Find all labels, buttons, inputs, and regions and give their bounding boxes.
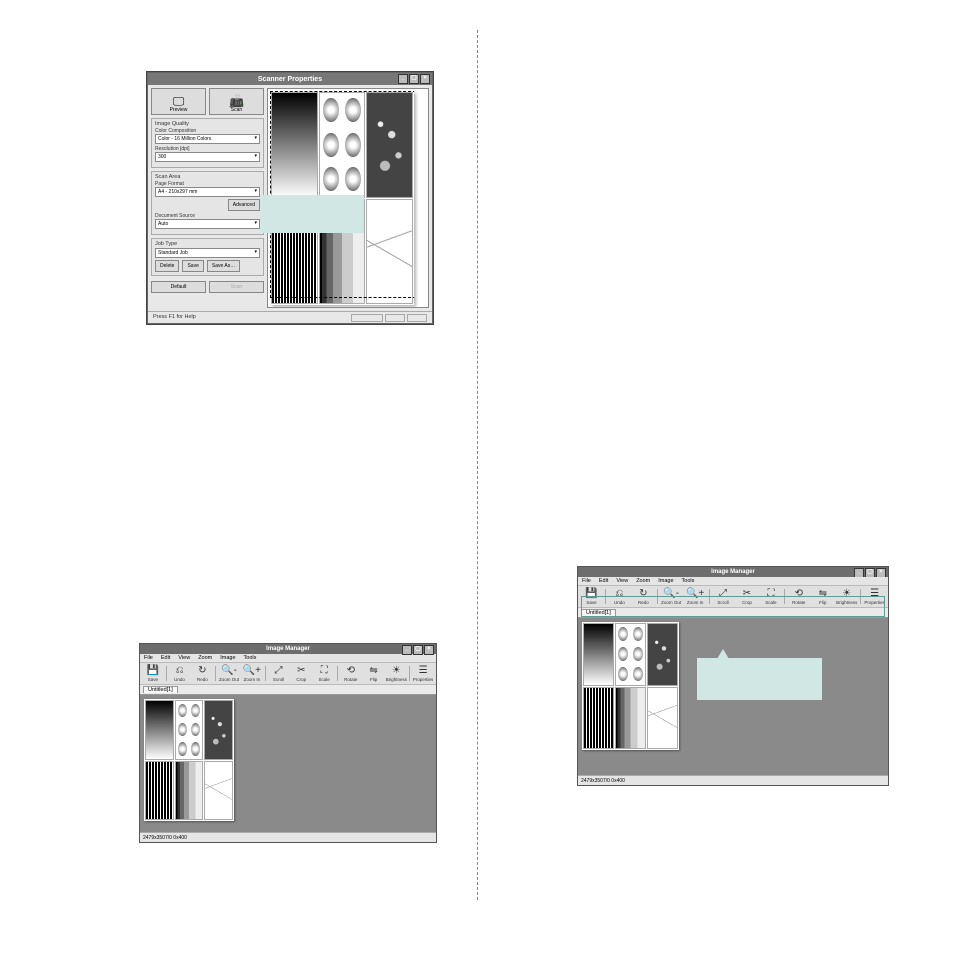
minimize-icon[interactable]: _ <box>398 74 408 84</box>
im1-titlebar: Image Manager _ ▢ × <box>140 644 436 654</box>
advanced-button[interactable]: Advanced <box>228 199 260 211</box>
tool-scroll[interactable]: ⤢Scroll <box>268 665 290 682</box>
menu-view[interactable]: View <box>616 578 628 584</box>
menu-tools[interactable]: Tools <box>244 655 257 661</box>
toolbar-highlight <box>581 596 885 617</box>
im2-title: Image Manager <box>711 569 755 575</box>
preview-label: Preview <box>170 107 188 113</box>
im1-tab[interactable]: Untitled[1] <box>143 686 178 693</box>
tool-save[interactable]: 💾Save <box>142 665 164 682</box>
menu-file[interactable]: File <box>582 578 591 584</box>
maximize-icon[interactable]: ▢ <box>409 74 419 84</box>
job-type-legend: Job Type <box>155 241 260 247</box>
resolution-select[interactable]: 300 <box>155 152 260 162</box>
im1-image[interactable] <box>144 699 234 821</box>
color-composition-select[interactable]: Color - 16 Million Colors <box>155 134 260 144</box>
save-as-button[interactable]: Save As… <box>207 260 240 272</box>
tool-scale[interactable]: ⛶Scale <box>313 665 335 682</box>
job-type-group: Job Type Standard Job Delete Save Save A… <box>151 238 264 276</box>
im1-status-text: 2479x3507/0 0x400 <box>143 835 187 841</box>
page-format-select[interactable]: A4 - 210x297 mm <box>155 187 260 197</box>
default-button[interactable]: Default <box>151 281 206 293</box>
im1-toolbar: 💾Save ⎌Undo↻Redo 🔍-Zoom Out🔍+Zoom In ⤢Scrol… <box>140 663 436 685</box>
minimize-icon[interactable]: _ <box>402 645 412 655</box>
zoom-in-icon: 🔍+ <box>243 665 261 677</box>
menu-zoom[interactable]: Zoom <box>198 655 212 661</box>
image-manager-window-2: Image Manager _ ▢ × File Edit View Zoom … <box>577 566 889 786</box>
zoom-out-icon: 🔍- <box>221 665 237 677</box>
preview-button[interactable]: 🖵 Preview <box>151 88 206 115</box>
menu-zoom[interactable]: Zoom <box>636 578 650 584</box>
save-button[interactable]: Save <box>182 260 203 272</box>
delete-button[interactable]: Delete <box>155 260 179 272</box>
tool-zoom-in[interactable]: 🔍+Zoom In <box>241 665 263 682</box>
rotate-icon: ⟲ <box>347 665 355 677</box>
im2-titlebar: Image Manager _ ▢ × <box>578 567 888 577</box>
tool-brightness[interactable]: ☀Brightness <box>386 665 408 682</box>
image-quality-group: Image Quality Color Composition Color - … <box>151 118 264 168</box>
tool-redo[interactable]: ↻Redo <box>191 665 213 682</box>
undo-icon: ⎌ <box>176 665 184 677</box>
scan-label: Scan <box>231 107 242 113</box>
maximize-icon[interactable]: ▢ <box>413 645 423 655</box>
im1-menubar: File Edit View Zoom Image Tools <box>140 654 436 663</box>
menu-view[interactable]: View <box>178 655 190 661</box>
im2-menubar: File Edit View Zoom Image Tools <box>578 577 888 586</box>
image-manager-window-1: Image Manager _ ▢ × File Edit View Zoom … <box>139 643 437 843</box>
im2-statusbar: 2479x3507/0 0x400 <box>578 775 888 785</box>
scan-area-group: Scan Area Page Format A4 - 210x297 mm Ad… <box>151 171 264 235</box>
menu-image[interactable]: Image <box>658 578 673 584</box>
tool-crop[interactable]: ✂Crop <box>290 665 312 682</box>
save-icon: 💾 <box>147 665 159 677</box>
tool-undo[interactable]: ⎌Undo <box>169 665 191 682</box>
preview-icon: 🖵 <box>173 95 185 107</box>
im2-status-text: 2479x3507/0 0x400 <box>581 778 625 784</box>
scale-icon: ⛶ <box>321 665 328 677</box>
scanner-titlebar: Scanner Properties _ ▢ × <box>148 73 432 85</box>
scan-button[interactable]: 📠 Scan <box>209 88 264 115</box>
im2-image[interactable] <box>582 622 679 750</box>
menu-edit[interactable]: Edit <box>161 655 170 661</box>
close-icon[interactable]: × <box>420 74 430 84</box>
scan-area-legend: Scan Area <box>155 174 260 180</box>
im1-tabs: Untitled[1] <box>140 685 436 695</box>
scan-icon: 📠 <box>229 95 244 107</box>
menu-file[interactable]: File <box>144 655 153 661</box>
im1-statusbar: 2479x3507/0 0x400 <box>140 832 436 842</box>
im2-canvas[interactable] <box>578 618 888 775</box>
scanner-callout <box>260 195 364 233</box>
scanner-status-text: Press F1 for Help <box>153 314 196 322</box>
im1-canvas[interactable] <box>140 695 436 832</box>
scanner-title: Scanner Properties <box>258 76 322 83</box>
crop-icon: ✂ <box>297 665 305 677</box>
brightness-icon: ☀ <box>392 665 401 677</box>
scan2-button[interactable]: Scan <box>209 281 264 293</box>
flip-icon: ⇋ <box>369 665 377 677</box>
menu-tools[interactable]: Tools <box>682 578 695 584</box>
menu-image[interactable]: Image <box>220 655 235 661</box>
tool-flip[interactable]: ⇋Flip <box>363 665 385 682</box>
job-type-select[interactable]: Standard Job <box>155 248 260 258</box>
tool-rotate[interactable]: ⟲Rotate <box>340 665 362 682</box>
close-icon[interactable]: × <box>424 645 434 655</box>
properties-icon: ☰ <box>419 665 428 677</box>
scanner-properties-window: Scanner Properties _ ▢ × 🖵 Preview 📠 Sca… <box>147 72 433 324</box>
tool-properties[interactable]: ☰Properties <box>412 665 434 682</box>
column-divider <box>477 30 478 900</box>
menu-edit[interactable]: Edit <box>599 578 608 584</box>
tool-zoom-out[interactable]: 🔍-Zoom Out <box>218 665 240 682</box>
document-source-select[interactable]: Auto <box>155 219 260 229</box>
redo-icon: ↻ <box>198 665 206 677</box>
scroll-icon: ⤢ <box>275 665 283 677</box>
toolbar-callout <box>697 658 822 700</box>
im1-title: Image Manager <box>266 646 310 652</box>
image-quality-legend: Image Quality <box>155 121 260 127</box>
